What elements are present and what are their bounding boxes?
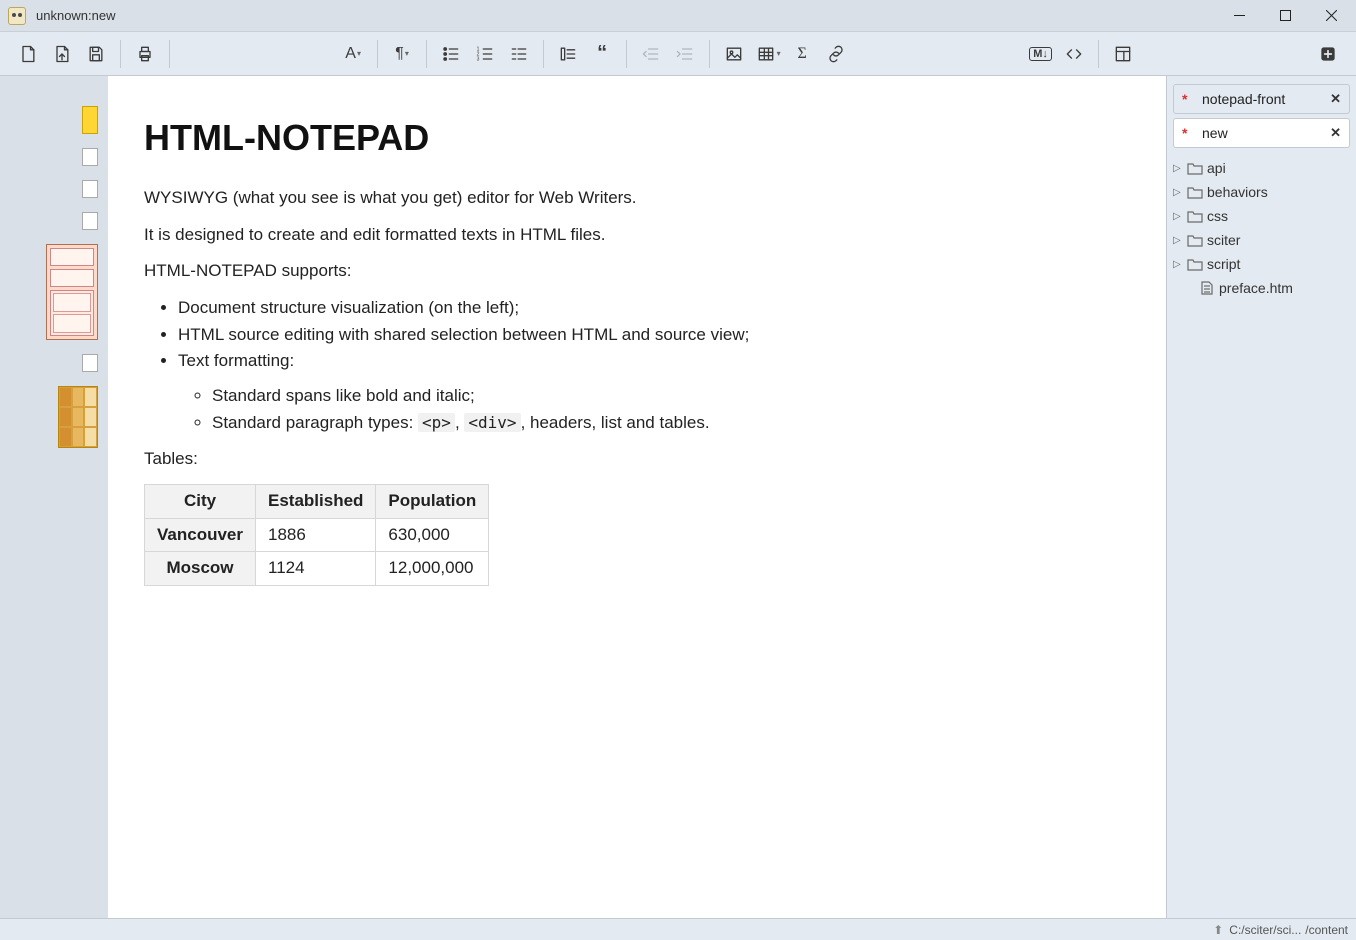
expand-icon: ▷ — [1173, 259, 1183, 270]
main-area: HTML-NOTEPAD WYSIWYG (what you see is wh… — [0, 76, 1356, 918]
maximize-button[interactable] — [1262, 0, 1308, 32]
outline-p-block[interactable] — [82, 180, 98, 198]
tree-folder[interactable]: ▷api — [1169, 156, 1354, 180]
document-tab[interactable]: * notepad-front ✕ — [1173, 84, 1350, 114]
dirty-indicator: * — [1182, 125, 1192, 141]
dirty-indicator: * — [1182, 91, 1192, 107]
tab-name: new — [1202, 125, 1320, 141]
expand-icon: ▷ — [1173, 187, 1183, 198]
markdown-toggle-button[interactable]: M↓ — [1025, 38, 1056, 70]
tree-folder[interactable]: ▷script — [1169, 252, 1354, 276]
folder-icon — [1187, 233, 1203, 247]
doc-paragraph[interactable]: It is designed to create and edit format… — [144, 223, 1130, 248]
table-cell[interactable]: 1886 — [256, 518, 376, 552]
editor-wrap: HTML-NOTEPAD WYSIWYG (what you see is wh… — [108, 76, 1166, 918]
font-style-button[interactable]: A▾ — [337, 38, 369, 70]
expand-icon: ▷ — [1173, 211, 1183, 222]
side-panel: * notepad-front ✕ * new ✕ ▷api ▷behavior… — [1166, 76, 1356, 918]
table-cell[interactable]: 12,000,000 — [376, 552, 489, 586]
new-file-button[interactable] — [12, 38, 44, 70]
editor[interactable]: HTML-NOTEPAD WYSIWYG (what you see is wh… — [108, 76, 1166, 918]
outline-p-block[interactable] — [82, 212, 98, 230]
table-cell[interactable]: Vancouver — [145, 518, 256, 552]
table-button[interactable]: ▾ — [752, 38, 784, 70]
layout-button[interactable] — [1107, 38, 1139, 70]
tab-name: notepad-front — [1202, 91, 1320, 107]
toolbar: A▾ ¶▾ 123 “ ▾ Σ M↓ — [0, 32, 1356, 76]
document-tabs: * notepad-front ✕ * new ✕ — [1167, 76, 1356, 152]
close-window-button[interactable] — [1308, 0, 1354, 32]
titlebar: unknown:new — [0, 0, 1356, 32]
window-title: unknown:new — [36, 8, 116, 23]
tree-folder[interactable]: ▷css — [1169, 204, 1354, 228]
table-header[interactable]: City — [145, 484, 256, 518]
source-toggle-button[interactable] — [1058, 38, 1090, 70]
table-row: Moscow 1124 12,000,000 — [145, 552, 489, 586]
table-cell[interactable]: Moscow — [145, 552, 256, 586]
folder-icon — [1187, 257, 1203, 271]
svg-text:3: 3 — [477, 56, 480, 62]
code-span: <div> — [464, 413, 520, 432]
app-icon — [8, 7, 26, 25]
formula-button[interactable]: Σ — [786, 38, 818, 70]
list-item[interactable]: Text formatting: Standard spans like bol… — [178, 349, 1130, 435]
doc-heading[interactable]: HTML-NOTEPAD — [144, 112, 1130, 164]
expand-icon: ▷ — [1173, 163, 1183, 174]
list-item[interactable]: Document structure visualization (on the… — [178, 296, 1130, 321]
status-path-tail: /content — [1305, 923, 1348, 937]
table-header[interactable]: Population — [376, 484, 489, 518]
doc-paragraph[interactable]: Tables: — [144, 447, 1130, 472]
minimize-button[interactable] — [1216, 0, 1262, 32]
tree-folder[interactable]: ▷behaviors — [1169, 180, 1354, 204]
up-folder-icon[interactable]: ⬆ — [1213, 923, 1223, 937]
folder-icon — [1187, 185, 1203, 199]
definition-list-button[interactable] — [503, 38, 535, 70]
outline-panel — [0, 76, 108, 918]
blockquote-button[interactable]: “ — [586, 38, 618, 70]
bullet-list-button[interactable] — [435, 38, 467, 70]
add-button[interactable] — [1312, 38, 1344, 70]
save-button[interactable] — [80, 38, 112, 70]
folder-icon — [1187, 161, 1203, 175]
doc-paragraph[interactable]: HTML-NOTEPAD supports: — [144, 259, 1130, 284]
indent-button[interactable] — [669, 38, 701, 70]
table-row: Vancouver 1886 630,000 — [145, 518, 489, 552]
document-tab-active[interactable]: * new ✕ — [1173, 118, 1350, 148]
print-button[interactable] — [129, 38, 161, 70]
statusbar: ⬆ C:/sciter/sci... /content — [0, 918, 1356, 940]
link-button[interactable] — [820, 38, 852, 70]
file-tree: ▷api ▷behaviors ▷css ▷sciter ▷script pre… — [1167, 152, 1356, 304]
outline-h1-block[interactable] — [82, 106, 98, 134]
paragraph-button[interactable]: ¶▾ — [386, 38, 418, 70]
outline-p-block[interactable] — [82, 354, 98, 372]
outline-list-block[interactable] — [46, 244, 98, 340]
file-icon — [1199, 281, 1215, 295]
doc-list[interactable]: Document structure visualization (on the… — [144, 296, 1130, 435]
doc-paragraph[interactable]: WYSIWYG (what you see is what you get) e… — [144, 186, 1130, 211]
outline-table-block[interactable] — [58, 386, 98, 448]
table-cell[interactable]: 630,000 — [376, 518, 489, 552]
table-header[interactable]: Established — [256, 484, 376, 518]
table-cell[interactable]: 1124 — [256, 552, 376, 586]
ordered-list-button[interactable]: 123 — [469, 38, 501, 70]
folder-icon — [1187, 209, 1203, 223]
doc-table[interactable]: City Established Population Vancouver 18… — [144, 484, 489, 586]
table-row: City Established Population — [145, 484, 489, 518]
list-item[interactable]: HTML source editing with shared selectio… — [178, 323, 1130, 348]
list-item[interactable]: Standard spans like bold and italic; — [212, 384, 1130, 409]
tree-folder[interactable]: ▷sciter — [1169, 228, 1354, 252]
preformatted-button[interactable] — [552, 38, 584, 70]
outdent-button[interactable] — [635, 38, 667, 70]
image-button[interactable] — [718, 38, 750, 70]
code-span: <p> — [418, 413, 455, 432]
expand-icon: ▷ — [1173, 235, 1183, 246]
tree-file[interactable]: preface.htm — [1169, 276, 1354, 300]
tab-close-button[interactable]: ✕ — [1330, 125, 1341, 141]
list-item[interactable]: Standard paragraph types: <p>, <div>, he… — [212, 411, 1130, 436]
outline-p-block[interactable] — [82, 148, 98, 166]
status-path: C:/sciter/sci... — [1229, 923, 1301, 937]
tab-close-button[interactable]: ✕ — [1330, 91, 1341, 107]
open-file-button[interactable] — [46, 38, 78, 70]
